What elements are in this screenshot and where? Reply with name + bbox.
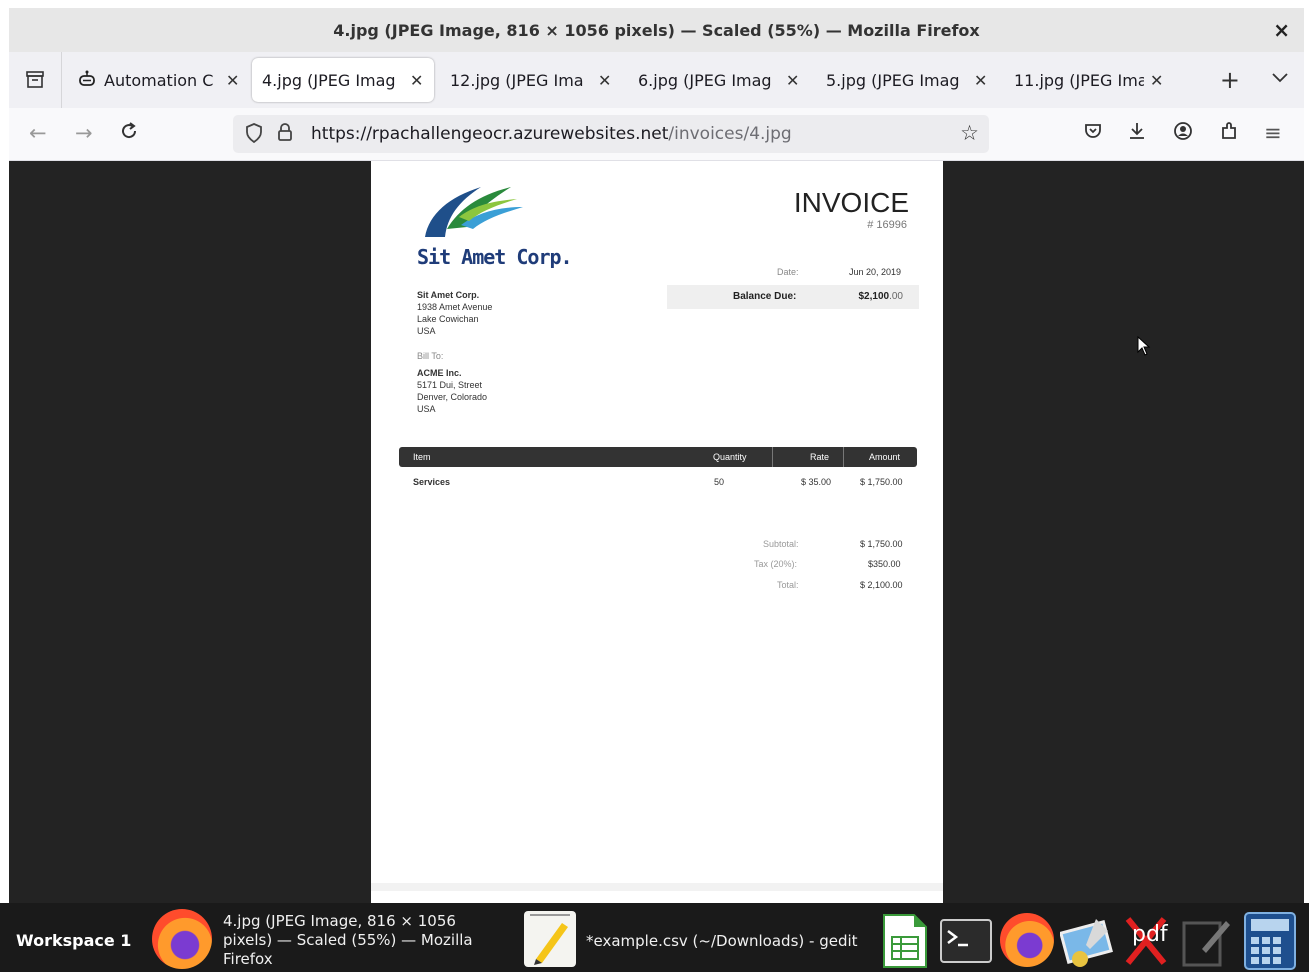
company-logo-icon [425,187,523,237]
firefox-launcher-icon[interactable] [1000,913,1054,967]
lock-icon[interactable] [277,122,293,147]
pdf-label: pdf [1132,922,1168,947]
subtotal-label: Subtotal: [763,539,799,549]
tab-label: 11.jpg (JPEG Ima [1014,70,1144,90]
date-label: Date: [777,267,799,277]
downloads-icon[interactable] [1127,121,1147,146]
balance-due-value: $2,100.00 [859,291,904,302]
image-viewer-icon[interactable] [1060,915,1116,969]
buyer-name: ACME Inc. [417,368,462,378]
gedit-icon[interactable] [522,907,578,969]
tab-4-jpg[interactable]: 4.jpg (JPEG Imag ✕ [252,58,434,102]
url-text[interactable]: https://rpachallengeocr.azurewebsites.ne… [311,124,792,144]
row-item: Services [413,477,451,487]
buyer-street: 5171 Dui, Street [417,380,483,390]
row-quantity: 50 [714,477,725,487]
reload-icon[interactable] [119,121,139,146]
total-value: $ 2,100.00 [860,580,903,590]
chevron-down-icon[interactable] [1272,68,1288,87]
text-editor-icon[interactable] [1182,915,1232,967]
balance-due-label: Balance Due: [733,291,797,302]
navigation-bar: ← → https://rpachallengeocr.azurewebsite… [9,108,1304,161]
seller-country: USA [417,326,436,336]
tab-label: 5.jpg (JPEG Imag [826,70,960,90]
header-divider [843,447,844,467]
robot-icon [78,69,96,92]
calculator-icon[interactable] [1243,911,1297,971]
header-quantity: Quantity [713,452,747,462]
taskbar-gedit-window[interactable]: *example.csv (~/Downloads) - gedit [586,932,858,951]
buyer-country: USA [417,404,436,414]
close-icon[interactable]: × [1273,18,1290,42]
company-logo-text: Sit Amet Corp. [417,245,573,269]
date-value: Jun 20, 2019 [848,267,901,277]
invoice-title: INVOICE [793,187,909,218]
tab-12-jpg[interactable]: 12.jpg (JPEG Ima ✕ [440,58,622,102]
row-amount: $ 1,750.00 [860,477,903,487]
subtotal-value: $ 1,750.00 [860,539,903,549]
tax-label: Tax (20%): [754,559,798,569]
invoice-number: # 16996 [867,219,907,231]
url-path: /invoices/4.jpg [668,124,792,144]
taskbar-firefox-window[interactable]: 4.jpg (JPEG Image, 816 × 1056 pixels) — … [223,912,493,969]
seller-address: Sit Amet Corp. 1938 Amet Avenue Lake Cow… [417,289,492,337]
address-bar[interactable]: https://rpachallengeocr.azurewebsites.ne… [233,115,989,153]
menu-icon[interactable]: ≡ [1264,121,1282,145]
extensions-icon[interactable] [1219,121,1239,146]
bill-to-label: Bill To: [417,351,444,361]
url-host: https://rpachallengeocr.azurewebsites.ne… [311,124,669,144]
tab-label: 6.jpg (JPEG Imag [638,70,772,90]
seller-street: 1938 Amet Avenue [417,302,493,312]
close-tab-icon[interactable]: ✕ [410,71,423,90]
buyer-address: ACME Inc. 5171 Dui, Street Denver, Color… [417,367,487,415]
header-rate: Rate [810,452,830,462]
tab-5-jpg[interactable]: 5.jpg (JPEG Imag ✕ [816,58,998,102]
page-footer [371,883,943,891]
tab-label: 4.jpg (JPEG Imag [262,70,396,90]
header-divider [772,447,773,467]
balance-due-box: Balance Due: $2,100.00 [667,285,919,309]
tab-label: Automation C [104,70,214,90]
tab-label: 12.jpg (JPEG Ima [450,70,584,90]
terminal-icon[interactable] [940,919,992,963]
image-viewer: Sit Amet Corp. INVOICE # 16996 Date: Jun… [9,161,1304,903]
close-tab-icon[interactable]: ✕ [974,71,987,90]
total-label: Total: [777,580,799,590]
account-icon[interactable] [1173,121,1193,146]
new-tab-icon[interactable]: + [1220,66,1240,94]
bookmark-star-icon[interactable]: ☆ [960,121,979,145]
close-tab-icon[interactable]: ✕ [786,71,799,90]
buyer-city: Denver, Colorado [417,392,488,402]
mouse-cursor-icon [1137,336,1151,356]
firefox-icon[interactable] [152,909,212,969]
tab-automation[interactable]: Automation C ✕ [68,58,246,102]
balance-due-cents: .00 [889,291,903,302]
taskbar: Workspace 1 4.jpg (JPEG Image, 816 × 105… [0,903,1309,972]
items-table-header: Item Quantity Rate Amount [399,447,917,467]
invoice-image: Sit Amet Corp. INVOICE # 16996 Date: Jun… [371,161,943,903]
close-tab-icon[interactable]: ✕ [226,71,239,90]
workspace-label[interactable]: Workspace 1 [16,931,131,950]
seller-city: Lake Cowichan [417,314,479,324]
row-rate: $ 35.00 [801,477,832,487]
close-tab-icon[interactable]: ✕ [598,71,611,90]
shield-icon[interactable] [245,123,263,148]
pocket-icon[interactable] [1083,121,1103,146]
tab-6-jpg[interactable]: 6.jpg (JPEG Imag ✕ [628,58,810,102]
window-title: 4.jpg (JPEG Image, 816 × 1056 pixels) — … [333,20,980,40]
tab-list-icon[interactable] [9,52,62,108]
browser-window: 4.jpg (JPEG Image, 816 × 1056 pixels) — … [9,8,1304,903]
header-amount: Amount [869,452,901,462]
title-bar: 4.jpg (JPEG Image, 816 × 1056 pixels) — … [9,8,1304,53]
forward-icon[interactable]: → [75,121,93,145]
spreadsheet-icon[interactable] [882,913,928,969]
close-tab-icon[interactable]: ✕ [1150,71,1163,90]
seller-name: Sit Amet Corp. [417,290,480,300]
back-icon[interactable]: ← [29,121,47,145]
header-item: Item [413,452,431,462]
tax-value: $350.00 [868,559,901,569]
tab-11-jpg[interactable]: 11.jpg (JPEG Ima ✕ [1004,58,1174,102]
balance-due-amount: $2,100 [858,291,890,302]
tab-strip: Automation C ✕ 4.jpg (JPEG Imag ✕ 12.jpg… [9,52,1304,108]
